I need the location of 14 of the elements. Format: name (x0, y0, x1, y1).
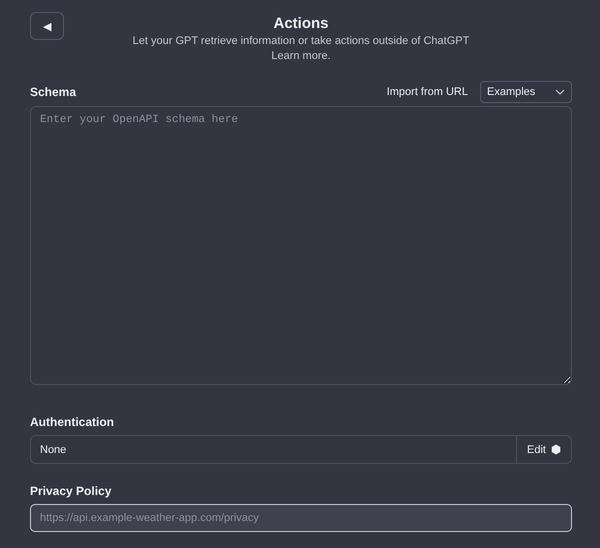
page-title: Actions (273, 15, 328, 32)
authentication-label: Authentication (30, 415, 115, 429)
schema-label: Schema (30, 85, 76, 99)
schema-field[interactable]: Enter your OpenAPI schema here (30, 106, 572, 385)
authentication-value: None (39, 442, 68, 458)
learn-more-link[interactable]: Learn more. (271, 50, 331, 62)
privacy-policy-field[interactable]: https://api.example-weather-app.com/privacy (30, 504, 572, 532)
edit-button[interactable]: Edit (516, 436, 571, 463)
examples-dropdown[interactable]: Examples (480, 81, 572, 103)
chevron-icon (555, 89, 565, 95)
import-link[interactable]: Import from URL (386, 86, 468, 98)
back-button[interactable]: ◀ (30, 12, 64, 40)
page-subtitle: Let your GPT retrieve information or take actions outside of ChatGPT (132, 35, 470, 47)
privacy-policy-label: Privacy Policy (30, 484, 112, 498)
